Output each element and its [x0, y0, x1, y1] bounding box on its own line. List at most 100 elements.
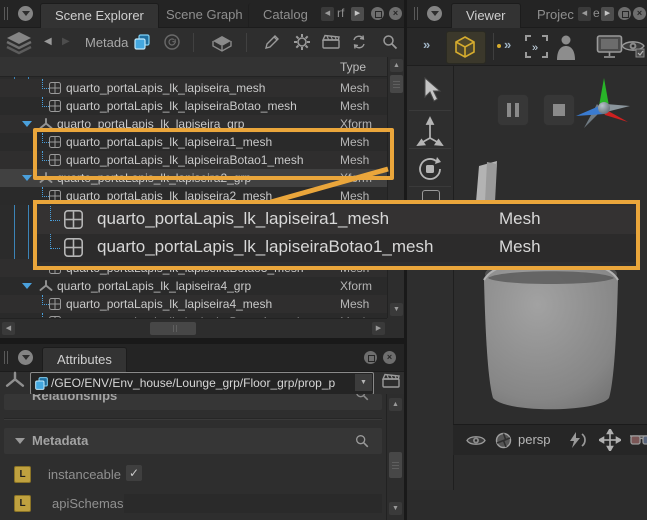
dock-handle[interactable]: [414, 7, 415, 20]
tree-hscrollbar[interactable]: ◀ ▶: [0, 318, 387, 339]
prim-name: quarto_portaLapis_lk_lapiseira4_grp: [57, 279, 251, 293]
select-cursor-icon[interactable]: [417, 76, 443, 109]
panel-close-icon[interactable]: ×: [389, 7, 402, 20]
prim-name: quarto_portaLapis_lk_lapiseiraBotao1_mes…: [66, 153, 304, 167]
collapse-triangle-icon[interactable]: [15, 438, 25, 444]
table-row[interactable]: quarto_portaLapis_lk_lapiseiraBotao_mesh…: [0, 97, 387, 115]
eye-icon[interactable]: [466, 433, 486, 453]
tab-project[interactable]: Projec: [523, 3, 576, 27]
forward-arrow-icon[interactable]: ▶: [62, 36, 70, 47]
camera-selector[interactable]: persp: [518, 432, 551, 447]
table-row[interactable]: quarto_portaLapis_lk_lapiseiraBotao1_mes…: [0, 151, 387, 169]
tab-attributes[interactable]: Attributes: [42, 347, 127, 372]
search-icon[interactable]: [354, 433, 370, 454]
panel-restore-icon[interactable]: [618, 7, 631, 20]
xform-icon: [39, 280, 53, 292]
panel-menu-button[interactable]: [18, 350, 33, 365]
pencil-icon[interactable]: [263, 33, 281, 56]
back-arrow-icon[interactable]: ◀: [44, 36, 52, 47]
sync-icon[interactable]: [350, 33, 368, 56]
dock-handle[interactable]: [4, 351, 5, 364]
metadata-row-instanceable: L instanceable ✓: [0, 462, 386, 488]
scroll-up-icon[interactable]: ▲: [390, 59, 403, 72]
panel-close-icon[interactable]: ×: [383, 351, 396, 364]
apischemas-input[interactable]: [124, 494, 382, 513]
section-relationships[interactable]: Relationships: [4, 394, 382, 410]
clapperboard-icon[interactable]: [321, 33, 341, 56]
prim-name: quarto_portaLapis_lk_lapiseiraBotao_mesh: [66, 99, 297, 113]
table-row[interactable]: quarto_portaLapis_lk_lapiseira1_mesh Mes…: [0, 133, 387, 151]
exposure-icon[interactable]: [568, 432, 590, 453]
panel-restore-icon[interactable]: [364, 351, 377, 364]
expand-triangle-icon[interactable]: [22, 121, 32, 127]
divider: [409, 186, 451, 187]
mesh-icon: [64, 210, 83, 229]
table-row[interactable]: quarto_portaLapis_lk_lapiseira4_mesh Mes…: [0, 295, 387, 313]
stereo-glasses-icon[interactable]: [629, 433, 647, 452]
section-metadata[interactable]: Metadata: [4, 428, 382, 454]
scrollbar-thumb[interactable]: [389, 452, 402, 478]
gear-icon[interactable]: [293, 33, 311, 56]
type-column-header[interactable]: Type: [340, 60, 366, 74]
scrollbar-thumb[interactable]: [390, 75, 403, 93]
dock-handle[interactable]: [4, 7, 5, 20]
scroll-right-icon[interactable]: ▶: [372, 322, 385, 335]
stop-button[interactable]: [543, 94, 575, 126]
attributes-vscrollbar[interactable]: ▲ ▼: [386, 394, 404, 520]
expand-triangle-icon[interactable]: [22, 283, 32, 289]
prim-path-field[interactable]: /GEO/ENV/Env_house/Lounge_grp/Floor_grp/…: [30, 372, 374, 395]
pause-button[interactable]: [497, 94, 529, 126]
panel-menu-button[interactable]: [427, 6, 442, 21]
scrollbar-thumb[interactable]: [150, 322, 196, 335]
axis-compass-icon[interactable]: [574, 76, 638, 145]
dock-handle[interactable]: [417, 7, 418, 20]
stage-cubes-icon[interactable]: [133, 33, 151, 56]
table-row-selected[interactable]: quarto_portaLapis_lk_lapiseira2_grp Xfor…: [0, 169, 387, 187]
chevrons-icon[interactable]: »: [504, 37, 511, 52]
tab-overflow-fragment[interactable]: e: [593, 6, 600, 20]
tab-scroll-right-icon[interactable]: ▶: [601, 7, 614, 21]
chevrons-icon[interactable]: »: [423, 37, 430, 52]
tab-overflow-fragment[interactable]: rf: [337, 6, 344, 20]
scroll-up-icon[interactable]: ▲: [389, 398, 402, 411]
pan-icon[interactable]: [599, 429, 621, 456]
prim-name: quarto_portaLapis_lk_lapiseira2_grp: [57, 171, 251, 185]
table-row[interactable]: quarto_portaLapis_lk_lapiseira_mesh Mesh: [0, 79, 387, 97]
tab-scene-graph[interactable]: Scene Graph: [152, 3, 257, 27]
scroll-down-icon[interactable]: ▼: [389, 502, 402, 515]
table-row[interactable]: quarto_portaLapis_lk_lapiseira_grp Xform: [0, 115, 387, 133]
shaded-cube-button[interactable]: [446, 31, 486, 64]
instanceable-checkbox[interactable]: ✓: [126, 465, 142, 481]
dock-handle[interactable]: [7, 7, 8, 20]
chevron-down-icon[interactable]: ▼: [355, 374, 372, 391]
search-icon[interactable]: [354, 394, 370, 407]
aperture-icon[interactable]: [495, 432, 512, 454]
tab-scroll-right-icon[interactable]: ▶: [351, 7, 364, 21]
selection-frame-icon[interactable]: »: [523, 33, 550, 60]
tool-icon-partial[interactable]: [422, 190, 440, 200]
panel-restore-icon[interactable]: [371, 7, 384, 20]
tab-scroll-left-icon[interactable]: ◀: [321, 7, 334, 21]
search-icon[interactable]: [381, 33, 399, 56]
scroll-down-icon[interactable]: ▼: [390, 303, 403, 316]
panel-close-icon[interactable]: ×: [633, 7, 646, 20]
refresh-icon[interactable]: [163, 33, 181, 56]
viewer-statusbar: persp: [453, 424, 647, 455]
table-row[interactable]: quarto_portaLapis_lk_lapiseira4_grp Xfor…: [0, 277, 387, 295]
tab-scene-explorer[interactable]: Scene Explorer: [40, 3, 159, 28]
tab-scroll-left-icon[interactable]: ◀: [578, 7, 591, 21]
scroll-left-icon[interactable]: ◀: [2, 322, 15, 335]
tab-catalog[interactable]: Catalog: [248, 3, 322, 27]
export-box-icon[interactable]: [210, 32, 234, 59]
mannequin-icon[interactable]: [555, 34, 577, 65]
prim-name: quarto_portaLapis_lk_lapiseira1_mesh: [66, 135, 272, 149]
expand-triangle-icon[interactable]: [22, 175, 32, 181]
tree-vscrollbar[interactable]: ▲ ▼: [387, 57, 405, 318]
dock-handle[interactable]: [7, 351, 8, 364]
divider: [409, 148, 451, 149]
tab-viewer[interactable]: Viewer: [451, 3, 521, 28]
clapperboard-icon[interactable]: [381, 372, 401, 395]
panel-menu-button[interactable]: [18, 6, 33, 21]
visibility-eye-icon[interactable]: [620, 37, 646, 64]
layer-badge-icon: L: [14, 466, 31, 483]
